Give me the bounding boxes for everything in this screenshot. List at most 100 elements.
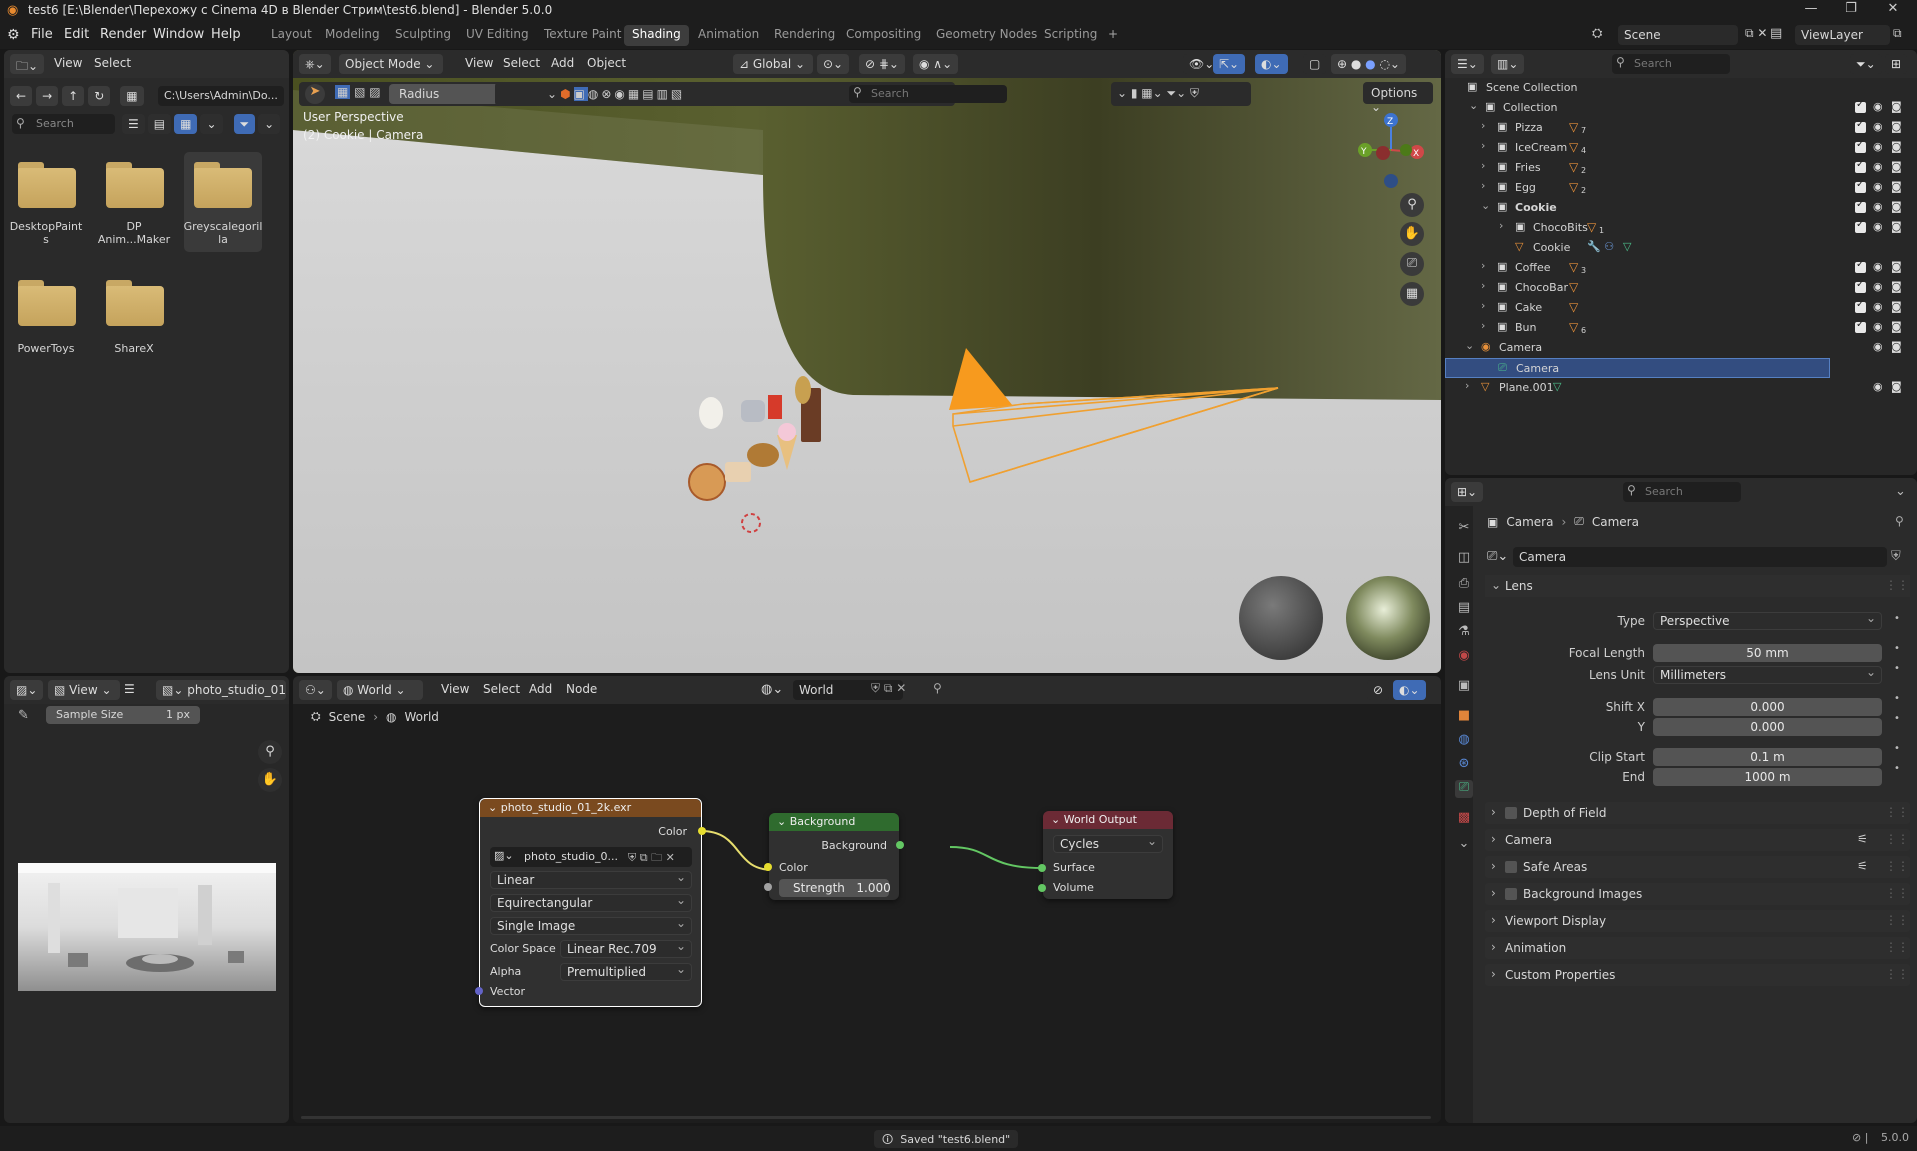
exclude-checkbox[interactable] [1855, 119, 1866, 133]
selection-mode-icons[interactable]: ▦ ▧ ▨ [335, 85, 381, 99]
new-collection-icon[interactable]: ⊞ [1885, 54, 1908, 74]
list-view-icon[interactable]: ☰ [122, 114, 145, 134]
node-header[interactable]: ⌄ photo_studio_01_2k.exr [480, 799, 701, 817]
sort-dropdown-icon[interactable]: ⌄ [200, 114, 223, 134]
pin-icon[interactable]: ⚲ [1895, 514, 1904, 528]
filebrowser-search[interactable]: ⚲ Search [12, 114, 115, 134]
eye-icon[interactable]: ◉ [1873, 180, 1883, 193]
exclude-checkbox[interactable] [1855, 279, 1866, 293]
chevron-right-icon[interactable]: › [1481, 139, 1485, 152]
menu-window[interactable]: Window [153, 27, 204, 42]
filter-icon[interactable]: ⏷⌄ [1850, 54, 1882, 74]
color-space-dropdown[interactable]: Linear Rec.709 [560, 938, 692, 958]
input-socket-surface[interactable] [1038, 864, 1046, 872]
outliner-item[interactable]: › ▣ Bun ▽6 ◉ ◙ [1445, 318, 1902, 338]
tab-scripting[interactable]: Scripting [1036, 25, 1105, 46]
tab-texture-paint[interactable]: Texture Paint [536, 25, 629, 46]
thumbnail-view-icon[interactable]: ▦ [174, 114, 198, 134]
render-target-dropdown[interactable]: Cycles [1053, 833, 1163, 853]
section-checkbox[interactable] [1505, 807, 1517, 819]
chevron-down-icon[interactable]: ⌄ [1481, 199, 1490, 212]
drag-handle-icon[interactable]: ⋮⋮ [1885, 859, 1909, 873]
drag-handle-icon[interactable]: ⋮⋮ [1885, 940, 1909, 954]
outliner-item[interactable]: › ▣ ChocoBar▽ ◉ ◙ [1445, 278, 1902, 298]
minimize-button[interactable]: — [1796, 1, 1826, 21]
exclude-checkbox[interactable] [1855, 299, 1866, 313]
proportional-edit-icon[interactable]: ◉ ∧⌄ [913, 54, 959, 74]
outliner-item[interactable]: ▽ Cookie 🔧 ⚇ ▽ [1445, 238, 1830, 258]
chevron-right-icon[interactable]: › [1481, 279, 1485, 292]
forward-icon[interactable]: → [36, 86, 59, 106]
editor-type-button[interactable]: ⊞⌄ [1451, 482, 1484, 502]
section-depth-of-field[interactable]: › Depth of Field ⋮⋮ [1485, 802, 1910, 824]
exclude-checkbox[interactable] [1855, 139, 1866, 153]
mesh-data-icon[interactable]: ▽ [1553, 380, 1561, 393]
render-camera-icon[interactable]: ◙ [1891, 260, 1902, 273]
exclude-checkbox[interactable] [1855, 219, 1866, 233]
source-dropdown[interactable]: Single Image [490, 915, 692, 935]
list-item-folder-selected[interactable]: Greyscalegoril la [184, 152, 262, 252]
section-checkbox[interactable] [1505, 861, 1517, 873]
fake-user-icon[interactable]: ⛨ [1891, 549, 1901, 564]
render-camera-icon[interactable]: ◙ [1891, 280, 1902, 293]
render-camera-icon[interactable]: ◙ [1891, 220, 1902, 233]
exclude-checkbox[interactable] [1855, 99, 1866, 113]
projection-dropdown[interactable]: Equirectangular [490, 892, 692, 912]
tab-layout[interactable]: Layout [263, 25, 320, 46]
menu-edit[interactable]: Edit [64, 27, 89, 42]
add-workspace-button[interactable]: + [1100, 25, 1126, 46]
viewlayer-icon[interactable]: ▤ [1770, 26, 1790, 41]
input-socket-volume[interactable] [1038, 884, 1046, 892]
output-socket-background[interactable] [896, 841, 904, 849]
exclude-checkbox[interactable] [1855, 319, 1866, 333]
eye-icon[interactable]: ◉ [1873, 100, 1883, 113]
render-camera-icon[interactable]: ◙ [1891, 340, 1902, 353]
background-node[interactable]: ⌄ Background Background Color Strength 1… [764, 813, 904, 900]
object-mode-dropdown[interactable]: Object Mode ⌄ [339, 54, 443, 74]
presets-icon[interactable]: ⚟ [1857, 832, 1868, 846]
close-button[interactable]: ✕ [1878, 1, 1908, 21]
chevron-down-icon[interactable]: ⌄ [1455, 836, 1473, 854]
path-field[interactable]: C:\Users\Admin\Do... [158, 86, 284, 106]
tab-animation[interactable]: Animation [690, 25, 767, 46]
exclude-checkbox[interactable] [1855, 159, 1866, 173]
snap-icon[interactable]: ⊘ ⋕⌄ [859, 54, 905, 74]
parent-dir-icon[interactable]: ↑ [62, 86, 85, 106]
eye-icon[interactable]: ◉ [1873, 340, 1883, 353]
outliner-item-collection[interactable]: ⌄ ▣ Collection ◉ ◙ [1445, 98, 1902, 118]
outliner-item[interactable]: › ▣ Egg ▽2 ◉ ◙ [1445, 178, 1902, 198]
pan-hand-icon[interactable]: ✋ [1400, 222, 1424, 246]
eye-icon[interactable]: ◉ [1873, 280, 1883, 293]
render-camera-icon[interactable]: ◙ [1891, 140, 1902, 153]
section-camera[interactable]: › Camera ⚟ ⋮⋮ [1485, 829, 1910, 851]
render-camera-icon[interactable]: ◙ [1891, 160, 1902, 173]
interpolation-dropdown[interactable]: Linear [490, 869, 692, 889]
menu-view[interactable]: View [54, 56, 82, 70]
render-camera-icon[interactable]: ◙ [1891, 200, 1902, 213]
render-camera-icon[interactable]: ◙ [1891, 180, 1902, 193]
exclude-checkbox[interactable] [1855, 259, 1866, 273]
horizontal-scrollbar[interactable] [301, 1116, 1431, 1119]
node-header[interactable]: ⌄ World Output [1043, 811, 1173, 829]
section-custom-properties[interactable]: › Custom Properties ⋮⋮ [1485, 964, 1910, 986]
output-tab-icon[interactable]: ⎙ [1455, 576, 1473, 594]
chevron-down-icon[interactable]: ⌄ [1465, 339, 1474, 352]
clip-end-field[interactable]: 1000 m [1653, 768, 1882, 786]
mesh-data-icon[interactable]: ▽ [1623, 240, 1631, 253]
sample-tool-icon[interactable]: ✎ [18, 708, 29, 723]
outliner-item[interactable]: › ▣ Pizza ▽7 ◉ ◙ [1445, 118, 1902, 138]
world-output-node[interactable]: ⌄ World Output Cycles Surface Volume [1038, 811, 1173, 899]
focal-length-field[interactable]: 50 mm [1653, 644, 1882, 662]
chevron-right-icon[interactable]: › [1481, 159, 1485, 172]
editor-type-button[interactable]: ☰⌄ [1451, 54, 1484, 74]
menu-add[interactable]: Add [551, 56, 574, 70]
render-camera-icon[interactable]: ◙ [1891, 100, 1902, 113]
tab-sculpting[interactable]: Sculpting [387, 25, 459, 46]
filter-icon[interactable]: ⏷ [233, 114, 256, 134]
input-socket-color[interactable] [764, 863, 772, 871]
camera-view-icon[interactable]: ⎚ [1400, 252, 1424, 276]
keyframe-dots[interactable]: • • • • • • • [1894, 614, 1900, 774]
eye-icon[interactable]: ◉ [1873, 140, 1883, 153]
properties-search[interactable]: ⚲ Search [1623, 482, 1741, 502]
pivot-icon[interactable]: ⊙⌄ [817, 54, 850, 74]
